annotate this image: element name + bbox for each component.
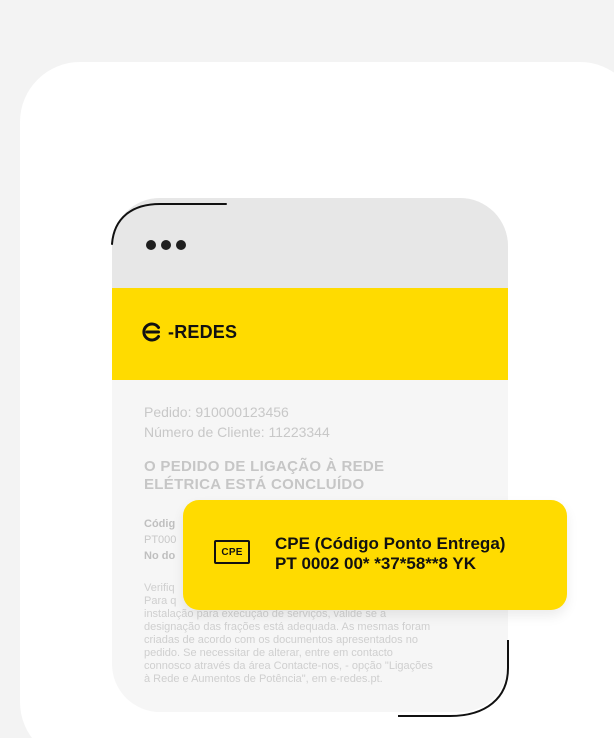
window-dots bbox=[146, 240, 186, 250]
cpe-popup: CPE CPE (Código Ponto Entrega) PT 0002 0… bbox=[183, 500, 567, 610]
cpe-details: CPE (Código Ponto Entrega) PT 0002 00* *… bbox=[275, 534, 505, 574]
cpe-value: PT 0002 00* *37*58**8 YK bbox=[275, 554, 477, 573]
page-background: -REDES Pedido: 910000123456 Número de Cl… bbox=[0, 0, 614, 738]
brand-name: -REDES bbox=[168, 321, 238, 342]
status-headline: O PEDIDO DE LIGAÇÃO À REDE ELÉTRICA ESTÁ… bbox=[144, 458, 480, 494]
meta-label-1: Códig bbox=[144, 518, 176, 530]
brand-bar: -REDES bbox=[112, 288, 508, 380]
paragraph-line: designação das frações está adequada. As… bbox=[144, 621, 431, 633]
e-redes-logo: -REDES bbox=[140, 320, 237, 344]
phone-top-bar bbox=[112, 198, 508, 288]
phone-mockup: -REDES Pedido: 910000123456 Número de Cl… bbox=[112, 198, 508, 712]
dot-icon bbox=[176, 240, 186, 250]
cpe-icon-label: CPE bbox=[221, 546, 243, 558]
e-redes-logo-icon bbox=[142, 322, 160, 342]
paragraph-line: pedido. Se necessitar de alterar, entre … bbox=[144, 647, 393, 659]
status-headline-line-2: ELÉTRICA ESTÁ CONCLUÍDO bbox=[144, 476, 365, 493]
paragraph-line: connosco através da área Contacte-nos, -… bbox=[144, 660, 433, 672]
cpe-icon: CPE bbox=[214, 540, 250, 564]
dot-icon bbox=[161, 240, 171, 250]
cpe-title: CPE (Código Ponto Entrega) bbox=[275, 534, 506, 553]
meta-label-2: No do bbox=[144, 550, 176, 562]
request-number: Pedido: 910000123456 bbox=[144, 404, 289, 420]
dot-icon bbox=[146, 240, 156, 250]
client-number: Número de Cliente: 11223344 bbox=[144, 424, 330, 440]
status-headline-line-1: O PEDIDO DE LIGAÇÃO À REDE bbox=[144, 458, 385, 475]
paragraph-line: criadas de acordo com os documentos apre… bbox=[144, 634, 418, 646]
paragraph-line: à Rede e Aumentos de Potência", em e-red… bbox=[144, 673, 383, 685]
